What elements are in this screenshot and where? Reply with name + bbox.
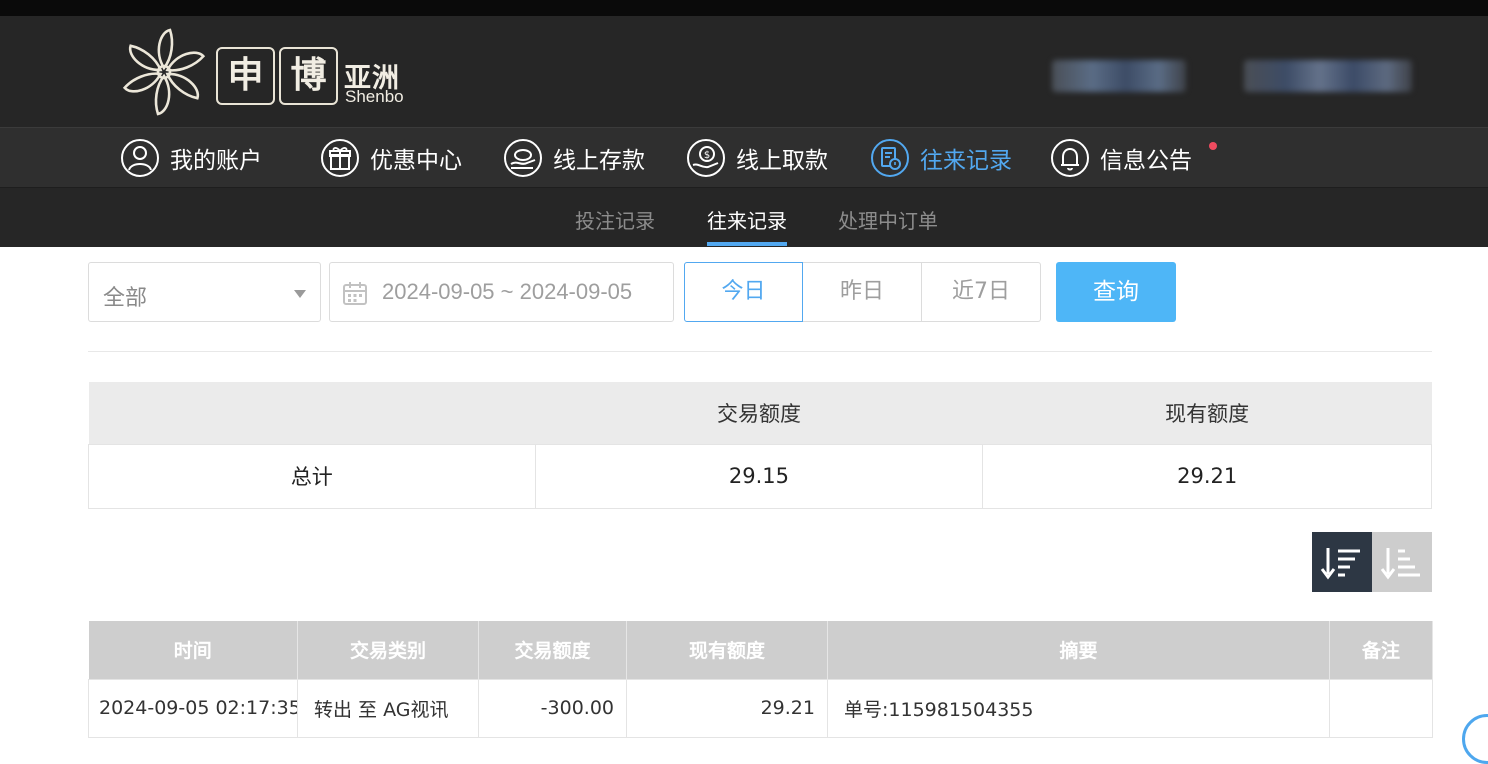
logo-en-text: Shenbo: [345, 87, 404, 106]
deposit-icon: [504, 139, 542, 177]
sort-toggle: [1312, 532, 1432, 592]
nav-announcements-label: 信息公告: [1100, 148, 1192, 174]
col-remark[interactable]: 备注: [1329, 621, 1433, 679]
summary-table: 交易额度 现有额度 总计 29.15 29.21: [88, 382, 1432, 509]
nav-promotions[interactable]: 优惠中心: [320, 136, 462, 180]
cell-balance: 29.21: [626, 678, 828, 738]
redacted-balance-info: [1244, 60, 1412, 92]
caret-down-icon: [294, 290, 306, 298]
summary-header-blank: [88, 382, 536, 444]
records-header-row: 时间 交易类别 交易额度 现有额度 摘要 备注: [88, 621, 1433, 679]
nav-online-deposit[interactable]: 线上存款: [503, 136, 645, 180]
tab-bet-records[interactable]: 投注记录: [575, 205, 655, 234]
top-strip: [0, 0, 1488, 16]
col-time[interactable]: 时间: [88, 621, 298, 679]
range-7days-button[interactable]: 近7日: [922, 262, 1041, 322]
sort-ascending-icon: [1380, 548, 1420, 580]
records-table: 时间 交易类别 交易额度 现有额度 摘要 备注 2024-09-05 02:17…: [88, 621, 1433, 738]
type-select[interactable]: 全部: [88, 262, 321, 322]
nav-online-deposit-label: 线上存款: [553, 148, 645, 174]
tab-pending-orders[interactable]: 处理中订单: [838, 205, 938, 234]
summary-header-balance: 现有额度: [982, 382, 1432, 444]
cell-time: 2024-09-05 02:17:35: [88, 678, 298, 738]
tab-transaction-records[interactable]: 往来记录: [707, 205, 787, 246]
summary-total-label: 总计: [88, 443, 536, 509]
type-select-value: 全部: [103, 286, 148, 311]
range-yesterday-button[interactable]: 昨日: [803, 262, 922, 322]
cell-summary: 单号:115981504355: [827, 678, 1330, 738]
gift-icon: [321, 139, 359, 177]
nav-online-withdraw-label: 线上取款: [736, 148, 828, 174]
bell-icon: [1051, 139, 1089, 177]
main-nav: 我的账户 优惠中心 线上存款 $ 线上取款 往来记录 信息公告: [0, 127, 1488, 188]
summary-header-amount: 交易额度: [535, 382, 983, 444]
date-range-picker[interactable]: 2024-09-05 ~ 2024-09-05: [329, 262, 674, 322]
redacted-user-info: [1052, 60, 1186, 92]
floating-service-button[interactable]: [1462, 714, 1488, 764]
sub-nav: 投注记录 往来记录 处理中订单: [0, 188, 1488, 247]
filter-bar: 全部 2024-09-05 ~ 2024-09-05 今日 昨日 近7日 查询: [0, 247, 1488, 337]
sort-ascending-button[interactable]: [1372, 532, 1432, 592]
cell-remark: [1329, 678, 1433, 738]
flower-logo-icon: [122, 28, 206, 116]
notification-badge: [1209, 142, 1217, 150]
calendar-icon: [343, 282, 367, 305]
col-balance[interactable]: 现有额度: [626, 621, 828, 679]
col-amount[interactable]: 交易额度: [478, 621, 627, 679]
user-icon: [121, 139, 159, 177]
cell-type: 转出 至 AG视讯: [297, 678, 479, 738]
logo-char-box-1: 申: [216, 47, 275, 105]
sort-descending-button[interactable]: [1312, 532, 1372, 592]
summary-total-amount: 29.15: [534, 443, 984, 509]
divider: [88, 351, 1432, 352]
nav-promotions-label: 优惠中心: [370, 148, 462, 174]
nav-online-withdraw[interactable]: $ 线上取款: [686, 136, 828, 180]
brand-logo[interactable]: 申 博 亚洲 Shenbo: [116, 26, 416, 121]
col-type[interactable]: 交易类别: [297, 621, 479, 679]
summary-row: 总计 29.15 29.21: [88, 443, 1432, 509]
col-summary[interactable]: 摘要: [827, 621, 1330, 679]
quick-range-group: 今日 昨日 近7日: [684, 262, 1041, 322]
nav-transaction-records-label: 往来记录: [920, 148, 1012, 174]
logo-char-box-2: 博: [279, 47, 338, 105]
range-today-button[interactable]: 今日: [684, 262, 803, 322]
nav-transaction-records[interactable]: 往来记录: [870, 136, 1012, 180]
site-header: 申 博 亚洲 Shenbo: [0, 16, 1488, 127]
nav-my-account-label: 我的账户: [170, 148, 262, 174]
nav-my-account[interactable]: 我的账户: [120, 136, 262, 180]
nav-announcements[interactable]: 信息公告: [1050, 136, 1192, 180]
cell-amount: -300.00: [478, 678, 627, 738]
summary-total-balance: 29.21: [982, 443, 1432, 509]
svg-text:$: $: [704, 150, 710, 161]
query-button[interactable]: 查询: [1056, 262, 1176, 322]
summary-header-row: 交易额度 现有额度: [88, 382, 1432, 444]
table-row[interactable]: 2024-09-05 02:17:35 转出 至 AG视讯 -300.00 29…: [88, 678, 1433, 738]
date-range-value: 2024-09-05 ~ 2024-09-05: [382, 279, 633, 304]
records-icon: [871, 139, 909, 177]
withdraw-icon: $: [687, 139, 725, 177]
sort-descending-icon: [1320, 548, 1360, 580]
